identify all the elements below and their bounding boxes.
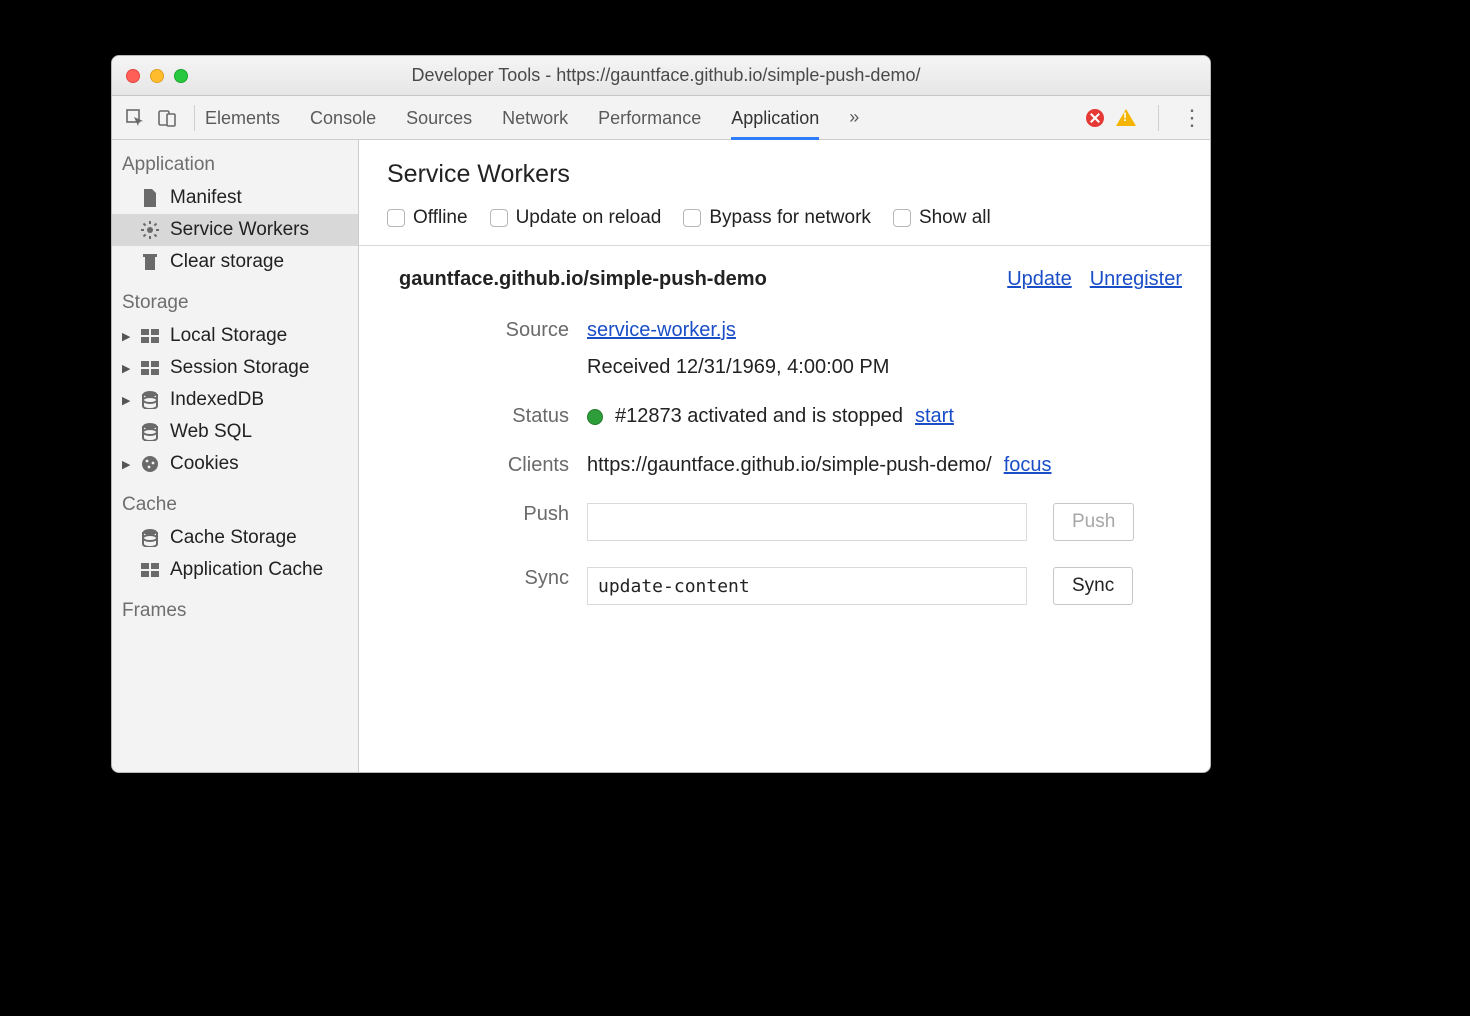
unregister-link[interactable]: Unregister [1090,268,1182,291]
expand-arrow-icon[interactable]: ▶ [122,362,132,375]
push-button[interactable]: Push [1053,503,1134,541]
tab-elements[interactable]: Elements [205,96,280,140]
gear-icon [140,220,160,240]
devtools-toolbar: Elements Console Sources Network Perform… [112,96,1210,140]
checkbox-icon [683,209,701,227]
kebab-menu-icon[interactable]: ⋮ [1181,105,1202,131]
focus-link[interactable]: focus [1004,454,1052,477]
start-link[interactable]: start [915,405,954,428]
tab-performance[interactable]: Performance [598,96,701,140]
window-title: Developer Tools - https://gauntface.gith… [136,65,1196,86]
client-url: https://gauntface.github.io/simple-push-… [587,454,992,477]
origin-text: gauntface.github.io/simple-push-demo [399,268,1007,291]
table-icon [140,560,160,580]
sidebar-section-application: Application [112,140,358,182]
cookie-icon [140,454,160,474]
sidebar-item-label: Local Storage [170,325,287,347]
window-titlebar: Developer Tools - https://gauntface.gith… [112,56,1210,96]
separator [1158,105,1159,131]
sidebar-item-label: Web SQL [170,421,252,443]
sidebar-item-label: Cookies [170,453,239,475]
update-link[interactable]: Update [1007,268,1072,291]
inspect-icon[interactable] [120,103,150,133]
checkbox-icon [490,209,508,227]
tab-sources[interactable]: Sources [406,96,472,140]
checkbox-label: Bypass for network [709,207,871,229]
source-label: Source [387,319,587,342]
status-text: #12873 activated and is stopped [615,405,903,428]
status-dot-icon [587,409,603,425]
panel-header: Service Workers [359,140,1210,201]
expand-arrow-icon[interactable]: ▶ [122,330,132,343]
sync-label: Sync [387,567,587,590]
source-file-link[interactable]: service-worker.js [587,319,1182,342]
sync-input[interactable] [587,567,1027,605]
offline-checkbox[interactable]: Offline [387,207,468,229]
show-all-checkbox[interactable]: Show all [893,207,991,229]
clients-label: Clients [387,454,587,477]
checkbox-label: Update on reload [516,207,662,229]
checkbox-icon [893,209,911,227]
source-received-text: Received 12/31/1969, 4:00:00 PM [587,356,1182,379]
table-icon [140,326,160,346]
device-toggle-icon[interactable] [152,103,182,133]
sidebar-section-storage: Storage [112,278,358,320]
status-label: Status [387,405,587,428]
expand-arrow-icon[interactable]: ▶ [122,394,132,407]
sidebar-item-manifest[interactable]: Manifest [112,182,358,214]
sidebar-item-label: Application Cache [170,559,323,581]
tab-application[interactable]: Application [731,96,819,140]
update-on-reload-checkbox[interactable]: Update on reload [490,207,662,229]
push-label: Push [387,503,587,526]
sidebar-item-cache-storage[interactable]: Cache Storage [112,522,358,554]
sidebar-item-indexeddb[interactable]: ▶ IndexedDB [112,384,358,416]
separator [194,105,195,131]
sidebar-item-label: IndexedDB [170,389,264,411]
file-icon [140,188,160,208]
sw-options-row: Offline Update on reload Bypass for netw… [359,201,1210,246]
expand-arrow-icon[interactable]: ▶ [122,458,132,471]
sidebar-item-label: Cache Storage [170,527,297,549]
panel-heading: Service Workers [387,160,1182,189]
origin-row: gauntface.github.io/simple-push-demo Upd… [359,246,1210,301]
sw-detail-grid: Source service-worker.js Received 12/31/… [359,301,1210,651]
sidebar-item-application-cache[interactable]: Application Cache [112,554,358,586]
devtools-window: Developer Tools - https://gauntface.gith… [111,55,1211,773]
sidebar-item-clear-storage[interactable]: Clear storage [112,246,358,278]
panel-tabs: Elements Console Sources Network Perform… [205,96,859,140]
warning-badge-icon[interactable] [1116,109,1136,126]
sidebar-section-cache: Cache [112,480,358,522]
service-workers-panel: Service Workers Offline Update on reload… [359,140,1210,772]
tab-network[interactable]: Network [502,96,568,140]
tab-console[interactable]: Console [310,96,376,140]
push-input[interactable] [587,503,1027,541]
database-icon [140,422,160,442]
sidebar-item-websql[interactable]: Web SQL [112,416,358,448]
sidebar-item-label: Manifest [170,187,242,209]
more-tabs-icon[interactable]: » [849,107,859,128]
bypass-checkbox[interactable]: Bypass for network [683,207,871,229]
sidebar-item-local-storage[interactable]: ▶ Local Storage [112,320,358,352]
database-icon [140,528,160,548]
sidebar-item-label: Session Storage [170,357,309,379]
trash-icon [140,252,160,272]
checkbox-label: Offline [413,207,468,229]
checkbox-label: Show all [919,207,991,229]
database-icon [140,390,160,410]
sidebar-item-label: Clear storage [170,251,284,273]
table-icon [140,358,160,378]
error-badge-icon[interactable] [1086,109,1104,127]
checkbox-icon [387,209,405,227]
sidebar-section-frames: Frames [112,586,358,628]
application-sidebar: Application Manifest Service Workers Cle… [112,140,359,772]
sync-button[interactable]: Sync [1053,567,1133,605]
sidebar-item-cookies[interactable]: ▶ Cookies [112,448,358,480]
sidebar-item-service-workers[interactable]: Service Workers [112,214,358,246]
sidebar-item-session-storage[interactable]: ▶ Session Storage [112,352,358,384]
sidebar-item-label: Service Workers [170,219,309,241]
